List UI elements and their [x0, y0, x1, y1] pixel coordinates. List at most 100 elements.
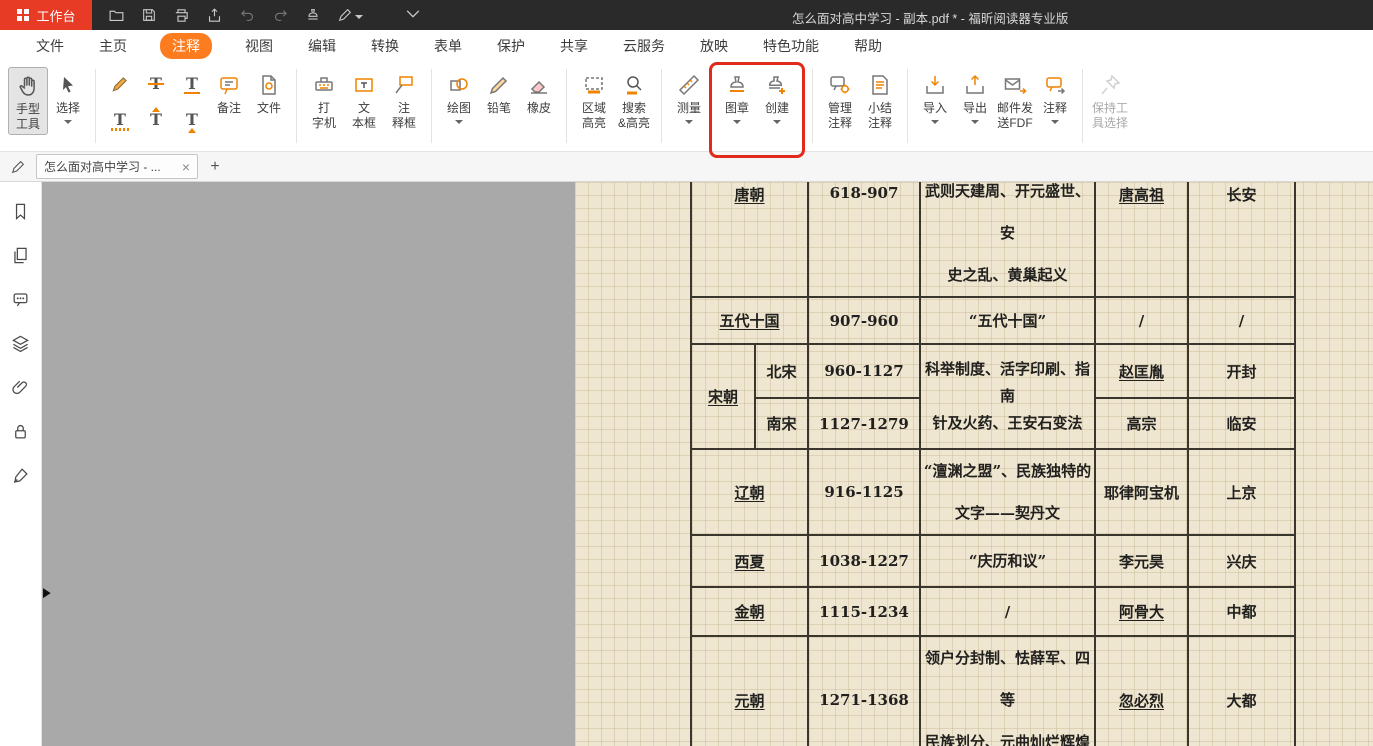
founder-link[interactable]: 赵匡胤 — [1095, 344, 1188, 398]
bookmarks-panel-icon[interactable] — [11, 202, 30, 221]
founder-link[interactable]: 阿骨大 — [1095, 587, 1188, 636]
menu-tab-comment[interactable]: 注释 — [160, 33, 212, 59]
document-tabbar: 怎么面对高中学习 - ... × + — [0, 152, 1373, 182]
menu-tab-home[interactable]: 主页 — [97, 33, 129, 59]
export-comments-button[interactable]: 导出 — [955, 67, 995, 126]
create-stamp-button[interactable]: 创建 — [757, 67, 797, 126]
panel-expand-handle[interactable]: ▶ — [43, 586, 51, 600]
replace-text-button[interactable]: T — [143, 107, 169, 133]
dynasty-link[interactable]: 宋朝 — [691, 344, 755, 449]
caret-down-icon — [685, 120, 693, 124]
period-cell: 1038-1227 — [808, 535, 920, 587]
attachments-panel-icon[interactable] — [11, 378, 30, 397]
typewriter-button[interactable]: 打 字机 — [304, 67, 344, 133]
select-tool-button[interactable]: 选择 — [48, 67, 88, 126]
hand-tool-label-2: 工具 — [16, 117, 40, 132]
summarize-comments-button[interactable]: 小结 注释 — [860, 67, 900, 133]
email-fdf-button[interactable]: 邮件发 送FDF — [995, 67, 1035, 133]
manage-comments-button[interactable]: 管理 注释 — [820, 67, 860, 133]
workbench-button[interactable]: 工作台 — [0, 0, 92, 30]
textbox-icon — [352, 69, 376, 101]
print-icon[interactable] — [173, 7, 190, 24]
textbox-button[interactable]: 文 本框 — [344, 67, 384, 133]
pencil-button[interactable]: 铅笔 — [479, 67, 519, 118]
menu-tab-cloud[interactable]: 云服务 — [621, 33, 667, 59]
note-button[interactable]: 备注 — [209, 67, 249, 118]
founder-link[interactable]: 唐高祖 — [1095, 182, 1188, 297]
menu-tab-form[interactable]: 表单 — [432, 33, 464, 59]
manage-comments-label-1: 管理 — [828, 101, 852, 116]
menu-tab-help[interactable]: 帮助 — [852, 33, 884, 59]
keep-tool-selected-button[interactable]: 保持工 具选择 — [1090, 67, 1130, 133]
stamp-button[interactable]: 图章 — [717, 67, 757, 126]
dynasty-link[interactable]: 西夏 — [691, 535, 808, 587]
capital-cell: / — [1188, 297, 1295, 344]
dynasty-link[interactable]: 唐朝 — [691, 182, 808, 297]
caret-down-icon — [733, 120, 741, 124]
drawing-button[interactable]: 绘图 — [439, 67, 479, 126]
file-attachment-button[interactable]: 文件 — [249, 67, 289, 118]
menu-tab-file[interactable]: 文件 — [34, 33, 66, 59]
founder-cell: / — [1095, 297, 1188, 344]
pdf-page[interactable]: 唐朝 618-907 武则天建周、开元盛世、安史之乱、黄巢起义 唐高祖 长安 五… — [575, 182, 1373, 746]
squiggly-text-button[interactable]: T — [107, 107, 133, 133]
measure-button[interactable]: 测量 — [669, 67, 709, 126]
dynasty-link[interactable]: 辽朝 — [691, 449, 808, 535]
export-label: 导出 — [963, 101, 987, 116]
menu-tab-features[interactable]: 特色功能 — [761, 33, 821, 59]
menubar: 文件 主页 注释 视图 编辑 转换 表单 保护 共享 云服务 放映 特色功能 帮… — [0, 30, 1373, 62]
hand-tool-button[interactable]: 手型 工具 — [8, 67, 48, 135]
page-thumbnails-panel-icon[interactable] — [11, 246, 30, 265]
menu-tab-view[interactable]: 视图 — [243, 33, 275, 59]
layers-panel-icon[interactable] — [11, 334, 30, 353]
pencil-edit-icon[interactable] — [0, 159, 36, 175]
window-title: 怎么面对高中学习 - 副本.pdf * - 福昕阅读器专业版 — [792, 8, 1068, 27]
import-icon — [923, 69, 947, 101]
note-label: 备注 — [217, 101, 241, 116]
callout-button[interactable]: 注 释框 — [384, 67, 424, 133]
founder-link[interactable]: 忽必烈 — [1095, 636, 1188, 746]
stamp-icon — [725, 69, 749, 101]
search-highlight-button[interactable]: 搜索 &高亮 — [614, 67, 654, 133]
highlight-text-button[interactable] — [107, 71, 133, 97]
import-comments-button[interactable]: 导入 — [915, 67, 955, 126]
strikeout-text-button[interactable]: T — [143, 71, 169, 97]
menu-tab-present[interactable]: 放映 — [698, 33, 730, 59]
open-folder-icon[interactable] — [108, 7, 125, 24]
founder-cell: 耶律阿宝机 — [1095, 449, 1188, 535]
menu-tab-protect[interactable]: 保护 — [495, 33, 527, 59]
undo-icon[interactable] — [239, 7, 256, 24]
events-cell: 武则天建周、开元盛世、安史之乱、黄巢起义 — [920, 182, 1095, 297]
insert-text-button[interactable]: T — [179, 107, 205, 133]
dynasty-link[interactable]: 五代十国 — [691, 297, 808, 344]
document-tab[interactable]: 怎么面对高中学习 - ... × — [36, 154, 198, 179]
document-view[interactable]: 唐朝 618-907 武则天建周、开元盛世、安史之乱、黄巢起义 唐高祖 长安 五… — [42, 182, 1373, 746]
table-row-jin: 金朝 1115-1234 / 阿骨大 中都 — [691, 587, 1295, 636]
stamp-quick-icon[interactable] — [305, 7, 321, 23]
menu-tab-edit[interactable]: 编辑 — [306, 33, 338, 59]
manage-comments-label-2: 注释 — [828, 116, 852, 131]
redo-icon[interactable] — [272, 7, 289, 24]
save-icon[interactable] — [141, 7, 157, 23]
new-tab-button[interactable]: + — [206, 158, 224, 176]
close-tab-icon[interactable]: × — [182, 160, 190, 174]
signature-panel-icon[interactable] — [11, 466, 30, 485]
security-panel-icon[interactable] — [11, 422, 30, 441]
comments-panel-icon[interactable] — [11, 290, 30, 309]
comments-share-button[interactable]: 注释 — [1035, 67, 1075, 126]
founder-cell: 李元昊 — [1095, 535, 1188, 587]
underline-text-button[interactable]: T — [179, 71, 205, 97]
menu-tab-convert[interactable]: 转换 — [369, 33, 401, 59]
area-highlight-button[interactable]: 区域 高亮 — [574, 67, 614, 133]
dynasty-link[interactable]: 元朝 — [691, 636, 808, 746]
export-icon[interactable] — [206, 7, 223, 24]
eraser-button[interactable]: 橡皮 — [519, 67, 559, 118]
menu-tab-share[interactable]: 共享 — [558, 33, 590, 59]
pen-tool-icon[interactable] — [337, 7, 363, 23]
toolbar-collapse-chevron-icon[interactable] — [403, 8, 423, 22]
caret-down-icon — [1051, 120, 1059, 124]
caret-down-icon — [64, 120, 72, 124]
dynasty-link[interactable]: 金朝 — [691, 587, 808, 636]
period-cell: 960-1127 — [808, 344, 920, 398]
table-row-liao: 辽朝 916-1125 “澶渊之盟”、民族独特的文字——契丹文 耶律阿宝机 上京 — [691, 449, 1295, 535]
